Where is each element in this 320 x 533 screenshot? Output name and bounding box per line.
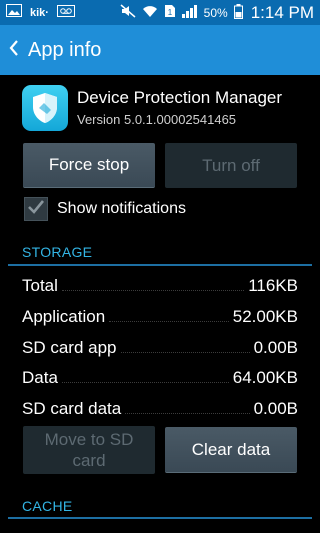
signal-icon xyxy=(181,4,198,21)
row-dots xyxy=(125,413,250,414)
status-bar: kik· 1 50% 1:14 PM xyxy=(0,0,320,25)
turn-off-button[interactable]: Turn off xyxy=(165,143,297,188)
show-notifications-row[interactable]: Show notifications xyxy=(24,195,186,223)
battery-icon xyxy=(233,3,243,22)
mute-icon xyxy=(120,4,136,21)
cache-divider xyxy=(8,517,312,519)
clock: 1:14 PM xyxy=(250,2,314,22)
cache-section-header: CACHE xyxy=(22,498,73,514)
row-value: 0.00B xyxy=(253,399,298,418)
row-label: Application xyxy=(22,307,106,326)
row-dots xyxy=(120,352,250,353)
storage-row-sd-card-app: SD card app 0.00B xyxy=(22,332,298,358)
storage-row-application: Application 52.00KB xyxy=(22,301,298,327)
app-header: Device Protection Manager Version 5.0.1.… xyxy=(0,80,320,135)
row-value: 52.00KB xyxy=(232,307,298,326)
page-title: App info xyxy=(28,38,102,61)
app-name: Device Protection Manager xyxy=(77,88,283,107)
svg-text:1: 1 xyxy=(167,8,172,17)
storage-divider xyxy=(8,264,312,266)
storage-section-header: STORAGE xyxy=(22,244,93,260)
voicemail-icon xyxy=(56,4,75,22)
row-label: SD card app xyxy=(22,338,117,357)
checkmark-icon xyxy=(27,199,45,220)
shield-icon xyxy=(22,84,68,131)
chevron-left-icon xyxy=(8,39,20,62)
wifi-icon xyxy=(142,4,158,21)
show-notifications-checkbox[interactable] xyxy=(24,197,48,221)
show-notifications-label: Show notifications xyxy=(57,200,186,217)
row-label: Data xyxy=(22,368,58,387)
gallery-notification-icon xyxy=(6,3,22,22)
kik-notification-icon: kik· xyxy=(30,6,49,19)
row-value: 116KB xyxy=(248,276,298,295)
row-dots xyxy=(61,382,229,383)
back-button[interactable]: App info xyxy=(8,39,101,62)
storage-row-data: Data 64.00KB xyxy=(22,362,298,388)
row-dots xyxy=(109,321,229,322)
row-label: Total xyxy=(22,276,58,295)
row-value: 0.00B xyxy=(253,338,298,357)
clear-data-button[interactable]: Clear data xyxy=(165,427,297,473)
storage-row-sd-card-data: SD card data 0.00B xyxy=(22,393,298,419)
row-label: SD card data xyxy=(22,399,122,418)
action-bar: App info xyxy=(0,25,320,75)
storage-row-total: Total 116KB xyxy=(22,270,298,296)
row-value: 64.00KB xyxy=(232,368,298,387)
row-dots xyxy=(61,290,245,291)
battery-percent: 50% xyxy=(203,5,228,20)
move-to-sd-card-button[interactable]: Move to SD card xyxy=(23,426,155,474)
app-version: Version 5.0.1.00002541465 xyxy=(77,112,237,127)
force-stop-button[interactable]: Force stop xyxy=(23,143,155,188)
sim-icon: 1 xyxy=(164,4,176,21)
